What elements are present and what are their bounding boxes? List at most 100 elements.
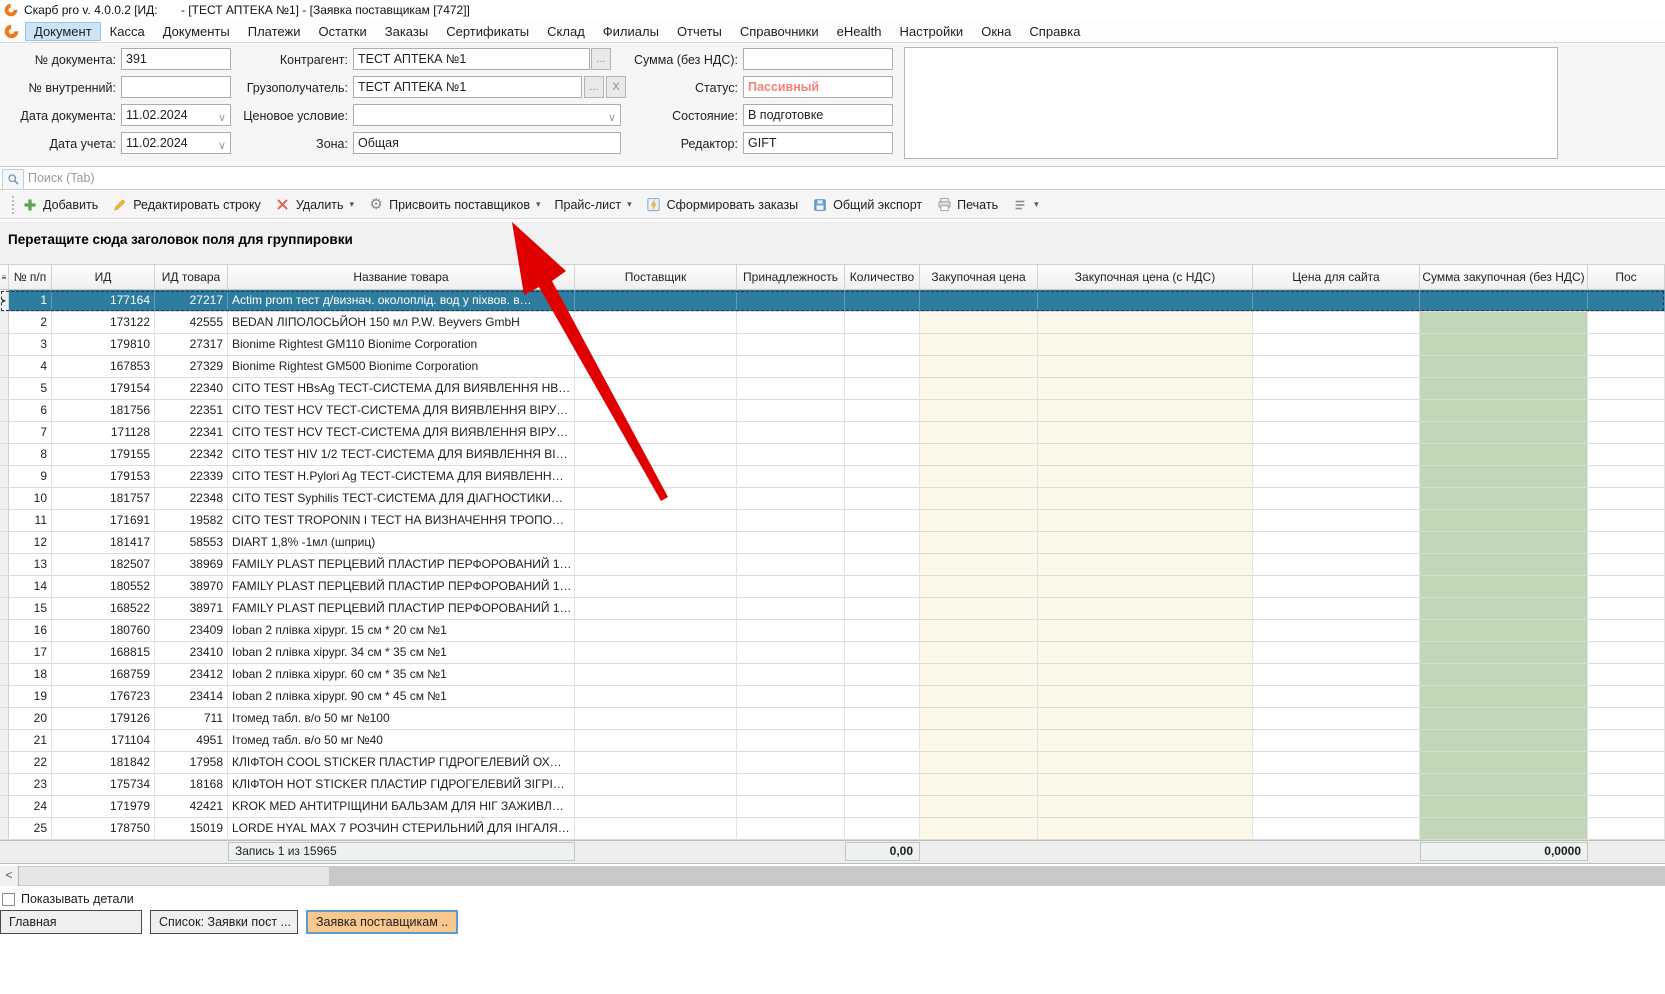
menu-item-ehealth[interactable]: eHealth bbox=[828, 22, 891, 41]
menu-item-настройки[interactable]: Настройки bbox=[890, 22, 972, 41]
cell bbox=[737, 312, 845, 334]
table-row[interactable]: 2218184217958КЛІФТОН COOL STICKER ПЛАСТИ… bbox=[0, 752, 1665, 774]
menu-item-документ[interactable]: Документ bbox=[25, 22, 101, 41]
table-row[interactable]: 1018175722348CITO TEST Syphilis ТЕСТ-СИС… bbox=[0, 488, 1665, 510]
table-row[interactable]: 317981027317Bionime Rightest GM110 Bioni… bbox=[0, 334, 1665, 356]
cell bbox=[845, 686, 920, 708]
cell bbox=[575, 598, 737, 620]
cell bbox=[575, 510, 737, 532]
column-header-6[interactable]: Принадлежность bbox=[737, 264, 845, 290]
contragent-browse-button[interactable]: ... bbox=[591, 48, 611, 70]
zone-field[interactable]: Общая bbox=[353, 132, 621, 154]
cell: 15 bbox=[9, 598, 52, 620]
search-input[interactable]: Поиск (Tab) bbox=[28, 171, 95, 185]
layout-button[interactable]: ▾ bbox=[1012, 197, 1039, 213]
column-header-2[interactable]: ИД bbox=[52, 264, 155, 290]
menu-item-заказы[interactable]: Заказы bbox=[376, 22, 437, 41]
dropdown-caret-icon[interactable]: ▾ bbox=[536, 199, 541, 210]
table-row[interactable]: 1418055238970FAMILY PLAST ПЕРЦЕВИЙ ПЛАСТ… bbox=[0, 576, 1665, 598]
table-row[interactable]: 1716881523410Ioban 2 плівка хірург. 34 с… bbox=[0, 642, 1665, 664]
search-bar[interactable]: Поиск (Tab) bbox=[0, 166, 1665, 190]
table-row[interactable]: 517915422340CITO TEST HBsAg ТЕСТ-СИСТЕМА… bbox=[0, 378, 1665, 400]
menu-item-филиалы[interactable]: Филиалы bbox=[594, 22, 668, 41]
присвоить-поставщиков-button[interactable]: ⚙Присвоить поставщиков▾ bbox=[368, 197, 540, 213]
column-header-9[interactable]: Закупочная цена (с НДС) bbox=[1038, 264, 1253, 290]
table-row[interactable]: 1218141758553DIART 1,8% -1мл (шприц) bbox=[0, 532, 1665, 554]
menu-item-платежи[interactable]: Платежи bbox=[239, 22, 310, 41]
table-row[interactable]: 1917672323414Ioban 2 плівка хірург. 90 с… bbox=[0, 686, 1665, 708]
table-row[interactable]: 817915522342CITO TEST HIV 1/2 ТЕСТ-СИСТЕ… bbox=[0, 444, 1665, 466]
price-condition-select[interactable]: ∨ bbox=[353, 104, 621, 126]
column-header-10[interactable]: Цена для сайта bbox=[1253, 264, 1420, 290]
общий-экспорт-button[interactable]: Общий экспорт bbox=[812, 197, 922, 213]
column-header-7[interactable]: Количество bbox=[845, 264, 920, 290]
bottom-tab-3[interactable]: Заявка поставщикам .. bbox=[306, 910, 458, 934]
menu-item-отчеты[interactable]: Отчеты bbox=[668, 22, 731, 41]
contragent-field[interactable]: ТЕСТ АПТЕКА №1 bbox=[353, 48, 590, 70]
сформировать-заказы-button[interactable]: Сформировать заказы bbox=[646, 197, 799, 213]
table-row[interactable]: 1318250738969FAMILY PLAST ПЕРЦЕВИЙ ПЛАСТ… bbox=[0, 554, 1665, 576]
column-chooser-icon[interactable]: ≡ bbox=[0, 264, 9, 290]
table-row[interactable]: 1117169119582CITO TEST TROPONIN I ТЕСТ Н… bbox=[0, 510, 1665, 532]
table-row[interactable]: 1816875923412Ioban 2 плівка хірург. 60 с… bbox=[0, 664, 1665, 686]
table-row[interactable]: 917915322339CITO TEST H.Pylori Ag ТЕСТ-С… bbox=[0, 466, 1665, 488]
table-row[interactable]: 2517875015019LORDE HYAL MAX 7 РОЗЧИН СТЕ… bbox=[0, 818, 1665, 840]
consignee-browse-button[interactable]: ... bbox=[584, 76, 604, 98]
column-header-12[interactable]: Пос bbox=[1588, 264, 1665, 290]
dropdown-caret-icon[interactable]: ▾ bbox=[350, 199, 355, 210]
редактировать-строку-button[interactable]: Редактировать строку bbox=[112, 197, 261, 213]
table-row[interactable]: 717112822341CITO TEST HCV ТЕСТ-СИСТЕМА Д… bbox=[0, 422, 1665, 444]
show-details-checkbox[interactable] bbox=[2, 893, 15, 906]
прайс-лист-button[interactable]: Прайс-лист▾ bbox=[555, 198, 632, 212]
dropdown-caret-icon[interactable]: ▾ bbox=[627, 199, 632, 210]
table-row[interactable]: 217312242555BEDAN ЛІПОЛОСЬЙОН 150 мл P.W… bbox=[0, 312, 1665, 334]
table-row[interactable]: 618175622351CITO TEST HCV ТЕСТ-СИСТЕМА Д… bbox=[0, 400, 1665, 422]
consignee-field[interactable]: ТЕСТ АПТЕКА №1 bbox=[353, 76, 582, 98]
column-header-3[interactable]: ИД товара bbox=[155, 264, 228, 290]
scroll-left-button[interactable]: < bbox=[0, 866, 19, 886]
account-date-field[interactable]: 11.02.2024∨ bbox=[121, 132, 231, 154]
group-by-panel[interactable]: Перетащите сюда заголовок поля для групп… bbox=[0, 222, 1665, 264]
table-row[interactable]: 1516852238971FAMILY PLAST ПЕРЦЕВИЙ ПЛАСТ… bbox=[0, 598, 1665, 620]
cell: 23412 bbox=[155, 664, 228, 686]
table-row[interactable]: 2317573418168КЛІФТОН HOT STICKER ПЛАСТИР… bbox=[0, 774, 1665, 796]
column-header-11[interactable]: Сумма закупочная (без НДС) bbox=[1420, 264, 1588, 290]
bottom-tab-2[interactable]: Список: Заявки пост ... bbox=[150, 910, 298, 934]
cell bbox=[1420, 818, 1588, 840]
menu-item-склад[interactable]: Склад bbox=[538, 22, 594, 41]
doc-date-field[interactable]: 11.02.2024∨ bbox=[121, 104, 231, 126]
bottom-tab-1[interactable]: Главная bbox=[0, 910, 142, 934]
dropdown-caret-icon[interactable]: ▾ bbox=[1034, 199, 1039, 210]
menu-item-справка[interactable]: Справка bbox=[1020, 22, 1089, 41]
menu-item-документы[interactable]: Документы bbox=[154, 22, 239, 41]
table-row[interactable]: 416785327329Bionime Rightest GM500 Bioni… bbox=[0, 356, 1665, 378]
cell: CITO TEST H.Pylori Ag ТЕСТ-СИСТЕМА ДЛЯ В… bbox=[228, 466, 575, 488]
cell: 22348 bbox=[155, 488, 228, 510]
internal-number-field[interactable] bbox=[121, 76, 231, 98]
doc-number-field[interactable]: 391 bbox=[121, 48, 231, 70]
menu-item-касса[interactable]: Касса bbox=[101, 22, 154, 41]
column-header-1[interactable]: № п/п bbox=[9, 264, 52, 290]
menu-item-сертификаты[interactable]: Сертификаты bbox=[437, 22, 538, 41]
menu-item-справочники[interactable]: Справочники bbox=[731, 22, 828, 41]
table-row[interactable]: ▸117716427217Actim prom тест д/визнач. о… bbox=[0, 290, 1665, 312]
menu-item-окна[interactable]: Окна bbox=[972, 22, 1020, 41]
column-header-5[interactable]: Поставщик bbox=[575, 264, 737, 290]
sum-no-vat-field[interactable] bbox=[743, 48, 893, 70]
печать-button[interactable]: Печать bbox=[936, 197, 998, 213]
table-row[interactable]: 2417197942421KROK MED АНТИТРІЩИНИ БАЛЬЗА… bbox=[0, 796, 1665, 818]
удалить-button[interactable]: Удалить▾ bbox=[275, 197, 354, 213]
table-row[interactable]: 211711044951Ітомед табл. в/о 50 мг №40 bbox=[0, 730, 1665, 752]
notes-box[interactable] bbox=[904, 47, 1558, 159]
table-row[interactable]: 20179126711Ітомед табл. в/о 50 мг №100 bbox=[0, 708, 1665, 730]
menu-item-остатки[interactable]: Остатки bbox=[309, 22, 375, 41]
cell bbox=[1420, 356, 1588, 378]
scrollbar-thumb[interactable] bbox=[19, 867, 329, 885]
cell: 58553 bbox=[155, 532, 228, 554]
table-row[interactable]: 1618076023409Ioban 2 плівка хірург. 15 с… bbox=[0, 620, 1665, 642]
horizontal-scrollbar[interactable]: < bbox=[0, 866, 1665, 886]
cell: KROK MED АНТИТРІЩИНИ БАЛЬЗАМ ДЛЯ НІГ ЗАЖ… bbox=[228, 796, 575, 818]
добавить-button[interactable]: Добавить bbox=[22, 197, 98, 213]
column-header-4[interactable]: Название товара bbox=[228, 264, 575, 290]
column-header-8[interactable]: Закупочная цена bbox=[920, 264, 1038, 290]
